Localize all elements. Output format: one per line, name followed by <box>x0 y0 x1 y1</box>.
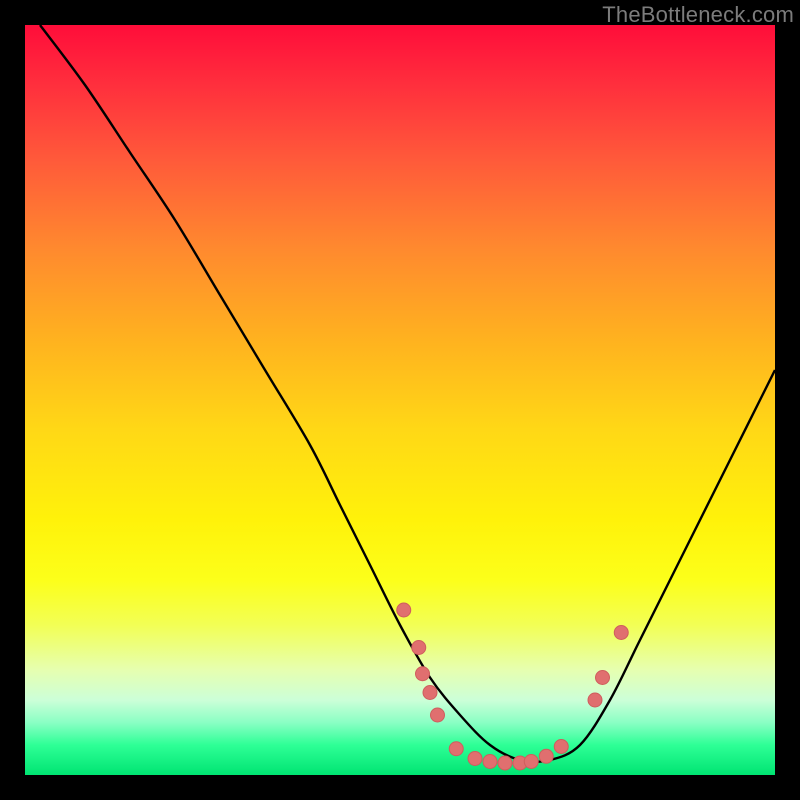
watermark-text: TheBottleneck.com <box>602 2 794 28</box>
data-point <box>614 626 628 640</box>
data-point <box>596 671 610 685</box>
data-point <box>539 749 553 763</box>
data-point <box>412 641 426 655</box>
data-point <box>416 667 430 681</box>
data-point <box>588 693 602 707</box>
bottleneck-curve-path <box>40 25 775 762</box>
chart-frame <box>25 25 775 775</box>
data-point <box>483 755 497 769</box>
data-point <box>431 708 445 722</box>
data-point <box>498 756 512 770</box>
bottleneck-curve-svg <box>25 25 775 775</box>
data-point <box>554 740 568 754</box>
data-points-group <box>397 603 629 770</box>
data-point <box>468 752 482 766</box>
data-point <box>397 603 411 617</box>
data-point <box>449 742 463 756</box>
data-point <box>423 686 437 700</box>
data-point <box>524 755 538 769</box>
